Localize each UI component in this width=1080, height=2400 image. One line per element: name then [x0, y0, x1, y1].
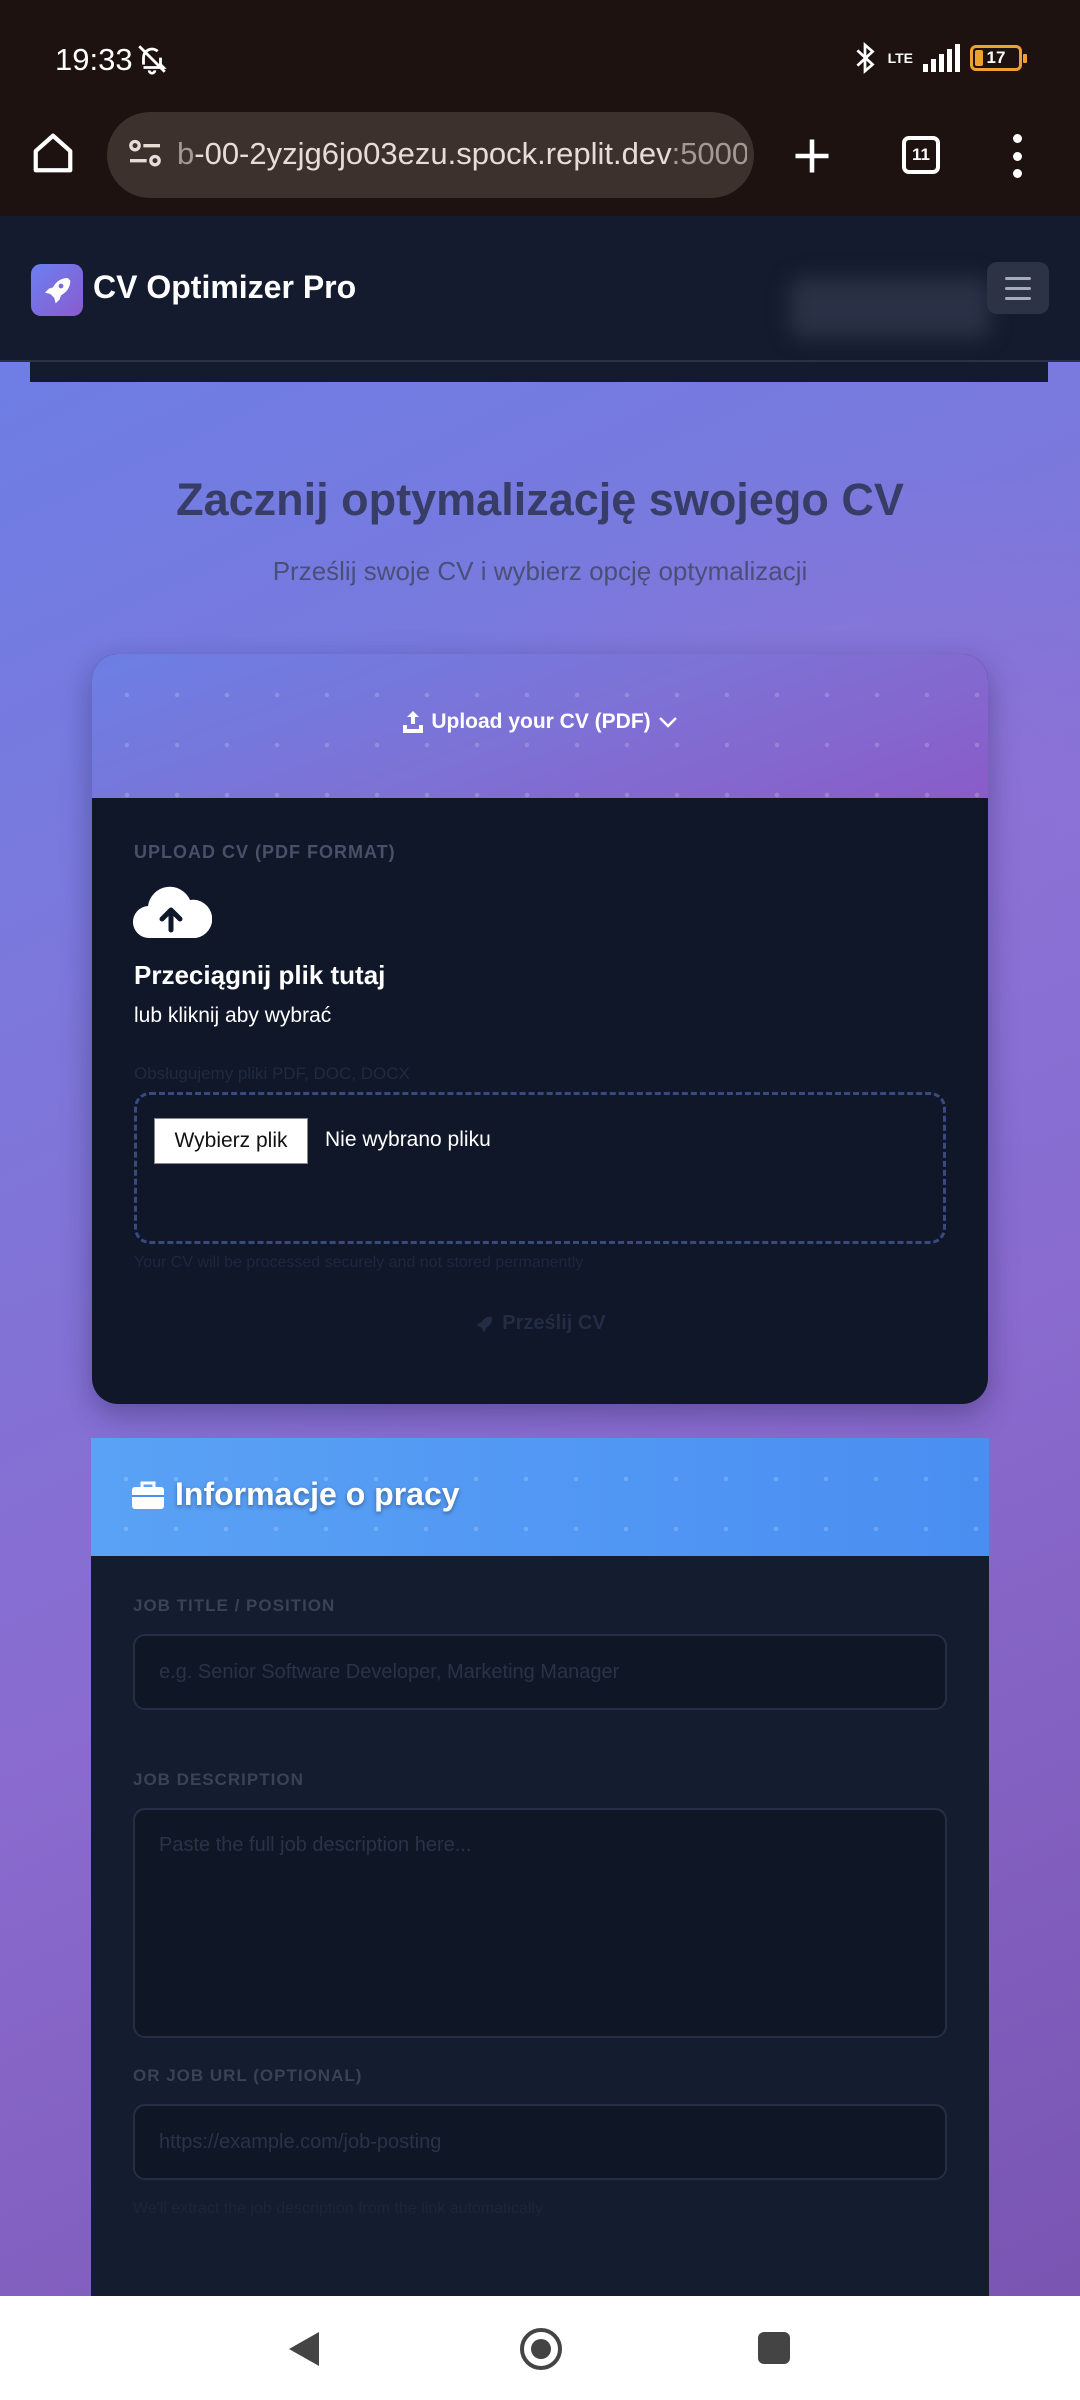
status-time: 19:33 [55, 42, 133, 77]
supported-formats: Obsługujemy pliki PDF, DOC, DOCX [134, 1064, 410, 1083]
file-dropzone[interactable]: Wybierz plik Nie wybrano pliku [134, 1092, 946, 1244]
submit-cv-label: Prześlij CV [502, 1312, 606, 1334]
job-description-label: JOB DESCRIPTION [133, 1770, 304, 1789]
hamburger-menu-icon[interactable] [987, 262, 1049, 314]
choose-file-button[interactable]: Wybierz plik [154, 1118, 308, 1164]
rocket-logo-icon[interactable] [31, 264, 83, 316]
job-title-label: JOB TITLE / POSITION [133, 1596, 336, 1615]
header-blurred-area [790, 278, 990, 338]
site-header: CV Optimizer Pro [0, 216, 1080, 362]
page-subtitle: Prześlij swoje CV i wybierz opcję optyma… [272, 556, 808, 586]
upload-card: Upload your CV (PDF) UPLOAD CV (PDF FORM… [92, 654, 988, 1404]
network-type: LTE [887, 50, 913, 66]
home-nav-icon[interactable] [520, 2328, 562, 2370]
address-bar[interactable]: b-00-2yzjg6jo03ezu.spock.replit.dev:5000 [107, 112, 754, 198]
bell-muted-icon [138, 45, 167, 75]
cloud-upload-icon [133, 886, 212, 939]
system-nav-bar [0, 2296, 1080, 2400]
browser-toolbar: b-00-2yzjg6jo03ezu.spock.replit.dev:5000… [0, 112, 1080, 216]
url-host: -00-2yzjg6jo03ezu.spock.replit.dev [194, 136, 672, 171]
site-settings-icon[interactable] [125, 134, 165, 174]
recents-icon[interactable] [758, 2332, 790, 2364]
header-shadow-strip [30, 362, 1048, 382]
upload-field-label: UPLOAD CV (PDF FORMAT) [134, 842, 396, 862]
job-info-card: Informacje o pracy JOB TITLE / POSITION … [91, 1438, 989, 2296]
tab-count: 11 [912, 145, 930, 164]
tab-switcher-button[interactable]: 11 [902, 136, 940, 174]
web-content: CV Optimizer Pro Zacznij optymalizację s… [0, 216, 1080, 2296]
submit-cv-button[interactable]: Prześlij CV [92, 1312, 988, 1335]
briefcase-icon [132, 1481, 164, 1509]
status-bar: 19:33 LTE 17 [0, 0, 1080, 112]
drag-subtitle: lub kliknij aby wybrać [134, 1004, 332, 1027]
signal-icon [923, 44, 960, 72]
file-status: Nie wybrano pliku [325, 1128, 491, 1151]
bluetooth-icon [856, 42, 875, 74]
job-url-hint: We'll extract the job description from t… [133, 2200, 544, 2217]
page-title: Zacznij optymalizację swojego CV [176, 474, 904, 525]
upload-card-header[interactable]: Upload your CV (PDF) [92, 654, 988, 798]
security-note: Your CV will be processed securely and n… [134, 1254, 584, 1271]
url-text[interactable]: b-00-2yzjg6jo03ezu.spock.replit.dev:5000 [177, 136, 747, 172]
home-icon[interactable] [30, 130, 76, 176]
upload-icon [403, 711, 424, 733]
job-url-input[interactable] [133, 2104, 947, 2180]
job-card-title: Informacje o pracy [175, 1476, 460, 1512]
upload-header-label: Upload your CV (PDF) [431, 710, 651, 733]
back-icon[interactable] [285, 2330, 321, 2368]
rocket-icon [476, 1316, 493, 1332]
battery-icon: 17 [970, 45, 1027, 71]
url-port: :5000 [671, 136, 747, 171]
upload-toggle[interactable]: Upload your CV (PDF) [92, 710, 988, 734]
job-url-label: OR JOB URL (OPTIONAL) [133, 2066, 363, 2085]
drag-title: Przeciągnij plik tutaj [134, 960, 386, 990]
job-title-input[interactable] [133, 1634, 947, 1710]
site-title[interactable]: CV Optimizer Pro [93, 269, 356, 306]
job-card-header: Informacje o pracy [91, 1438, 989, 1556]
status-icons: LTE 17 [852, 40, 1027, 76]
chevron-down-icon [658, 717, 677, 728]
url-prefix: b [177, 136, 195, 171]
job-description-input[interactable] [133, 1808, 947, 2038]
browser-menu-icon[interactable] [1010, 134, 1024, 178]
new-tab-icon[interactable] [790, 134, 834, 178]
battery-level: 17 [986, 48, 1006, 67]
